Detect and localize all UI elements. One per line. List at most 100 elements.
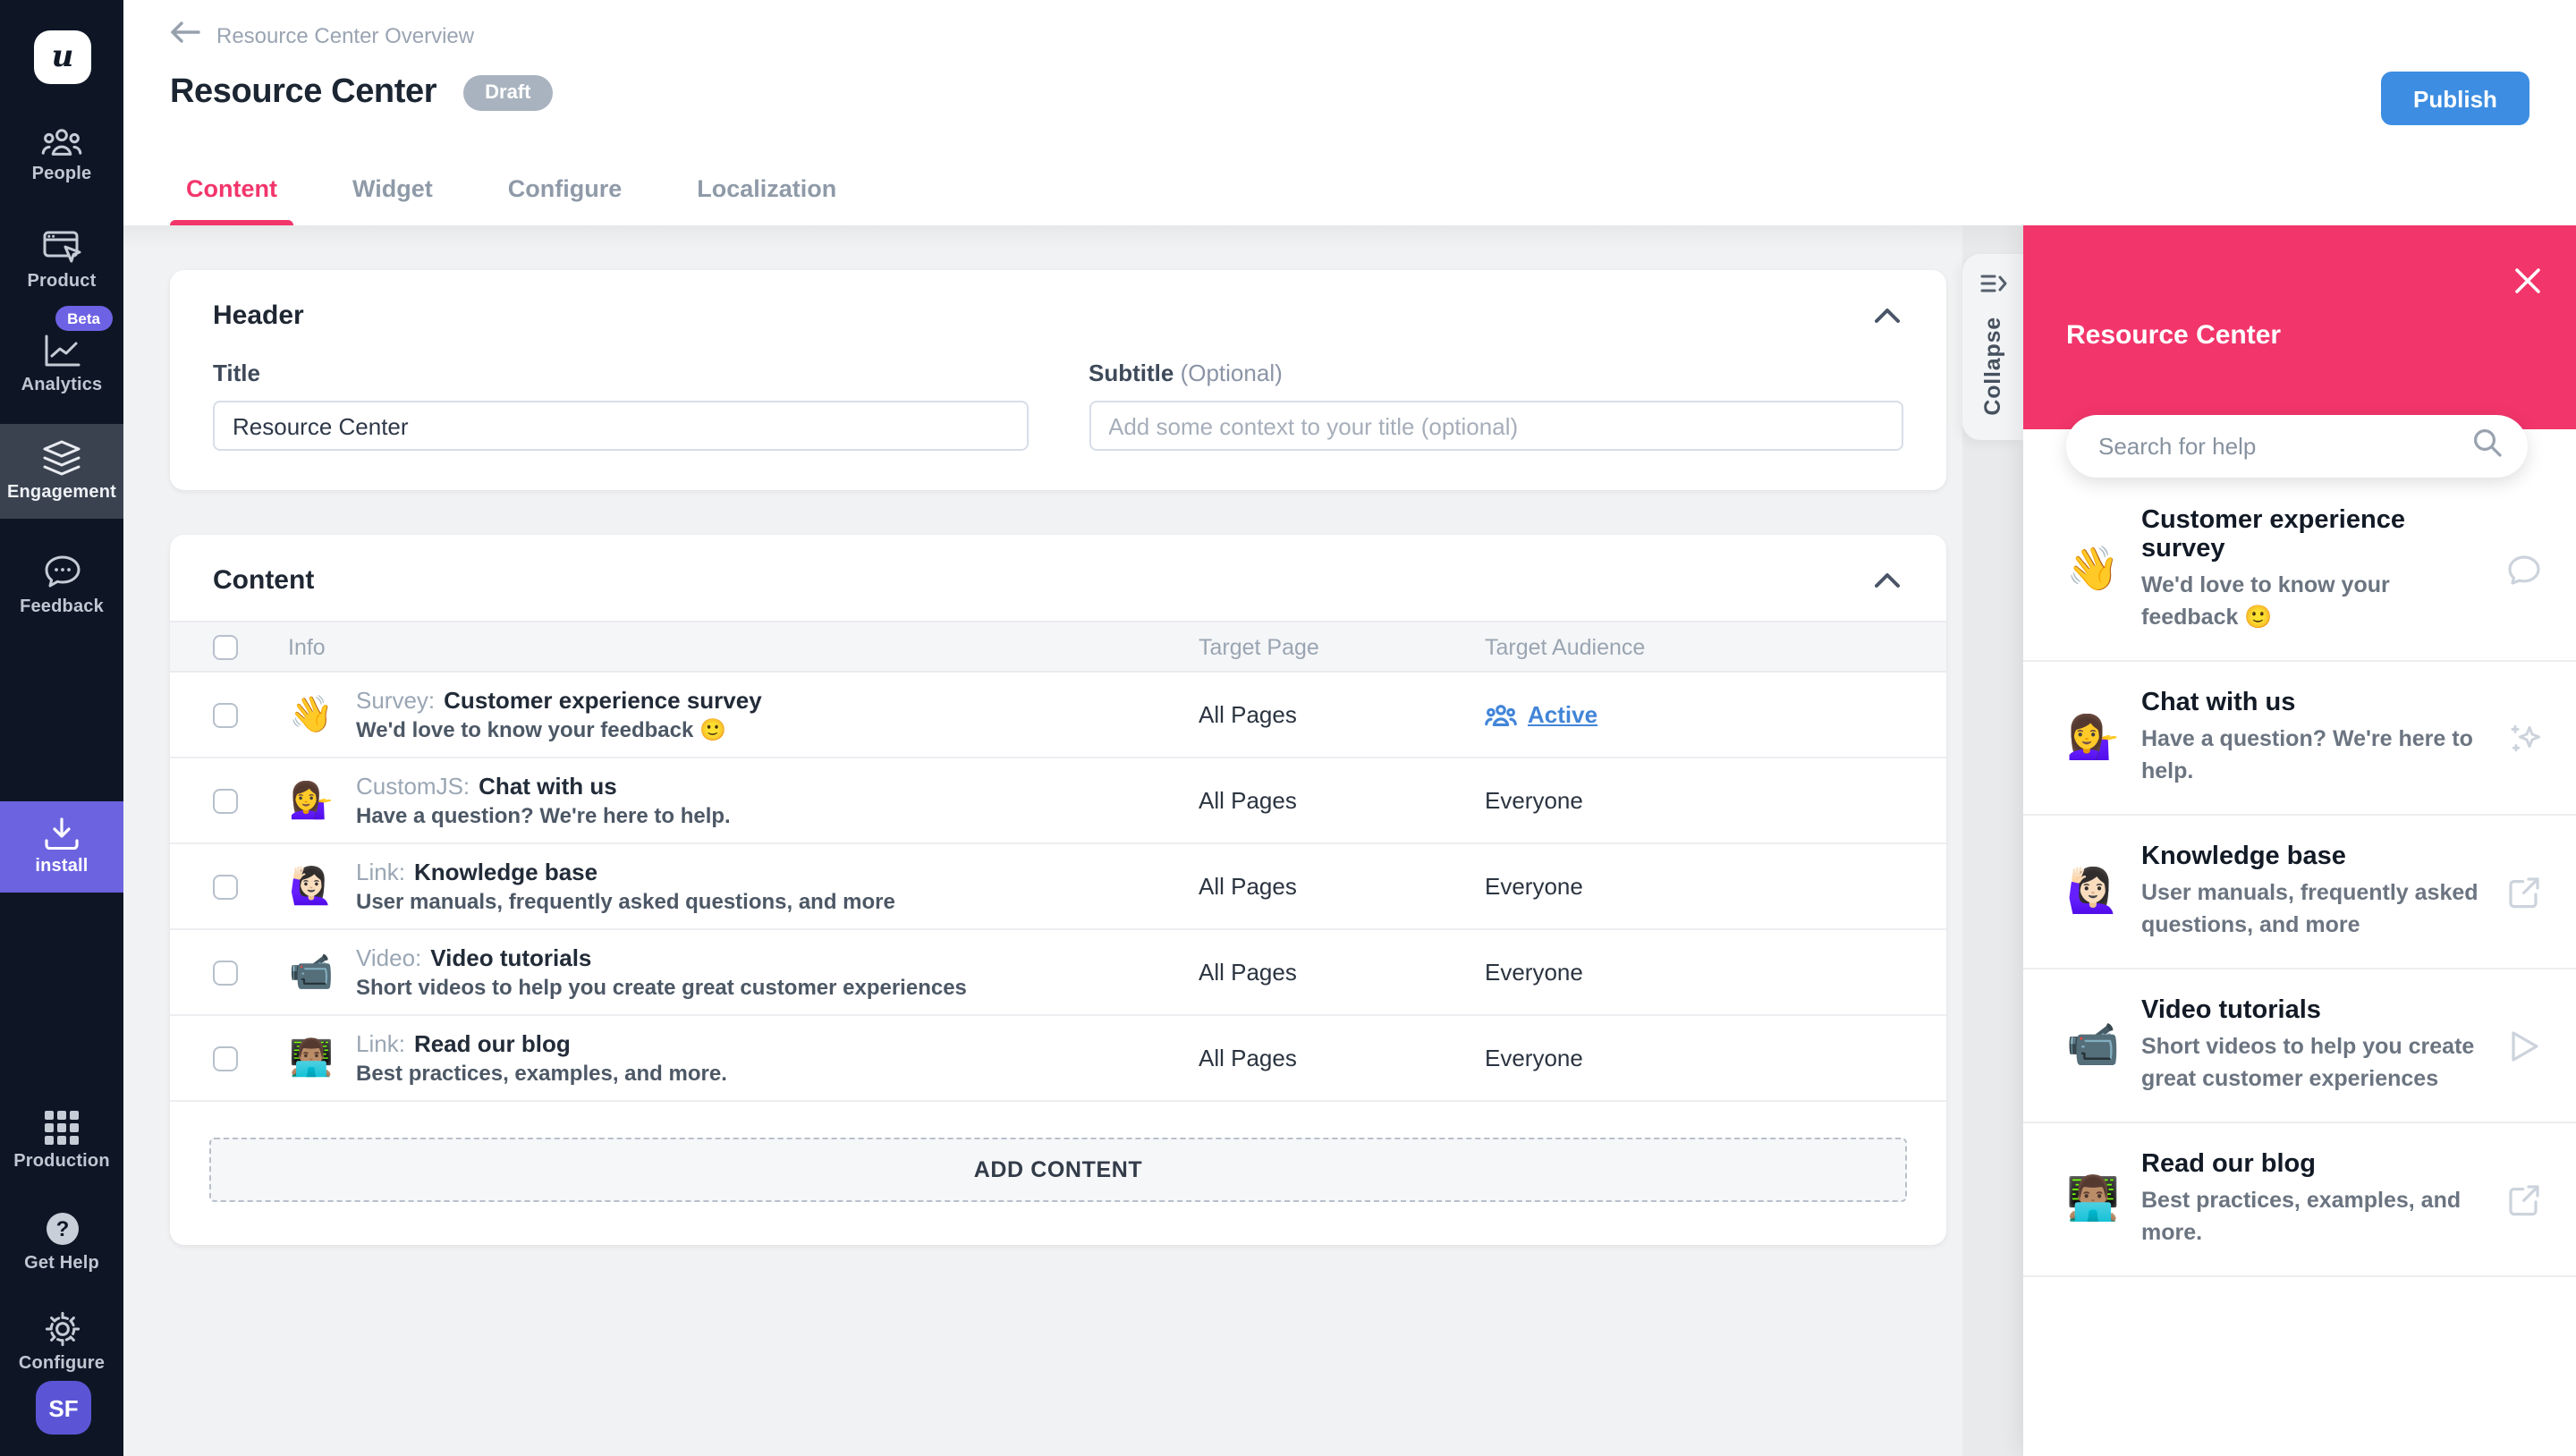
collapse-panel-label: Collapse — [1980, 317, 2005, 416]
sidebar-item-get-help[interactable]: ? Get Help — [0, 1195, 123, 1290]
row-checkbox[interactable] — [213, 960, 238, 985]
man-technologist-emoji: 👨🏽‍💻 — [288, 1040, 335, 1076]
close-preview-button[interactable] — [2510, 263, 2546, 299]
column-target-audience: Target Audience — [1485, 634, 1946, 659]
item-title: Knowledge base — [2141, 842, 2490, 871]
list-item[interactable]: 📹 Video tutorials Short videos to help y… — [2023, 969, 2576, 1123]
content-card: Content Info Target Page Target Audience… — [170, 535, 1946, 1245]
raising-hand-emoji: 🙋🏻‍♀️ — [288, 868, 335, 904]
audience-active-link[interactable]: Active — [1485, 701, 1946, 728]
row-title: Video tutorials — [430, 944, 591, 971]
external-link-icon — [2504, 874, 2544, 910]
top-bar: Resource Center Overview Resource Center… — [123, 0, 2576, 225]
add-content-button[interactable]: ADD CONTENT — [209, 1138, 1907, 1202]
item-subtitle: User manuals, frequently asked questions… — [2141, 878, 2490, 941]
sidebar-item-label: Engagement — [7, 483, 116, 503]
sidebar-item-feedback[interactable]: Feedback — [0, 538, 123, 633]
user-avatar[interactable]: SF — [36, 1381, 91, 1435]
table-row[interactable]: 📹 Video:Video tutorials Short videos to … — [170, 930, 1946, 1016]
people-icon — [41, 127, 82, 157]
row-checkbox[interactable] — [213, 1045, 238, 1071]
waving-hand-emoji: 👋 — [2066, 548, 2141, 591]
sidebar-item-label: install — [35, 857, 88, 876]
row-checkbox[interactable] — [213, 702, 238, 727]
sidebar-item-label: Configure — [19, 1354, 105, 1374]
row-subtitle: We'd love to know your feedback 🙂 — [356, 717, 762, 742]
sidebar-item-engagement[interactable]: Engagement — [0, 424, 123, 519]
collapse-content-card-button[interactable] — [1871, 569, 1903, 592]
audience-group-icon — [1485, 702, 1517, 727]
list-item[interactable]: 🙋🏻‍♀️ Knowledge base User manuals, frequ… — [2023, 816, 2576, 969]
table-row[interactable]: 👨🏽‍💻 Link:Read our blog Best practices, … — [170, 1016, 1946, 1102]
app-window: u People Product Beta — [0, 0, 2576, 1456]
sidebar: u People Product Beta — [0, 0, 123, 1456]
sidebar-item-people[interactable]: People — [0, 111, 123, 200]
row-subtitle: Short videos to help you create great cu… — [356, 975, 967, 1000]
list-item[interactable]: 👋 Customer experience survey We'd love t… — [2023, 479, 2576, 662]
title-input[interactable] — [213, 401, 1028, 451]
row-subtitle: Have a question? We're here to help. — [356, 803, 731, 828]
row-type-label: Survey: — [356, 687, 435, 714]
page-title: Resource Center — [170, 73, 436, 113]
sidebar-item-analytics[interactable]: Beta Analytics — [0, 318, 123, 411]
row-title: Knowledge base — [414, 859, 597, 885]
collapse-panel-tab[interactable]: Collapse — [1962, 254, 2023, 440]
collapse-header-card-button[interactable] — [1871, 304, 1903, 327]
tab-content[interactable]: Content — [170, 175, 293, 225]
page-title-row: Resource Center Draft — [170, 73, 552, 113]
preview-search-bar[interactable] — [2066, 415, 2528, 478]
status-badge: Draft — [463, 75, 552, 111]
chevron-up-icon — [1875, 308, 1900, 324]
row-type-label: CustomJS: — [356, 773, 470, 800]
row-type-label: Link: — [356, 859, 405, 885]
target-page-value: All Pages — [1199, 1045, 1485, 1071]
feedback-icon — [42, 554, 81, 590]
table-row[interactable]: 💁‍♀️ CustomJS:Chat with us Have a questi… — [170, 758, 1946, 844]
sidebar-item-production[interactable]: Production — [0, 1095, 123, 1188]
gear-icon — [44, 1311, 80, 1347]
back-arrow-icon — [170, 20, 200, 52]
audience-value: Everyone — [1485, 1045, 1946, 1071]
download-icon — [43, 817, 80, 850]
video-camera-emoji: 📹 — [288, 954, 335, 990]
row-title: Read our blog — [414, 1030, 571, 1057]
select-all-checkbox[interactable] — [213, 634, 238, 659]
tab-configure[interactable]: Configure — [492, 175, 639, 225]
row-checkbox[interactable] — [213, 788, 238, 813]
table-row[interactable]: 🙋🏻‍♀️ Link: Knowledge base User manuals, … — [170, 844, 1946, 930]
item-title: Customer experience survey — [2141, 506, 2490, 563]
sidebar-item-label: Feedback — [20, 597, 104, 617]
sidebar-item-label: Production — [13, 1152, 110, 1172]
editor-canvas: Header Title Subtitle (Optional) — [123, 225, 1962, 1456]
list-item[interactable]: 💁‍♀️ Chat with us Have a question? We're… — [2023, 662, 2576, 816]
publish-button[interactable]: Publish — [2381, 72, 2529, 125]
table-header: Info Target Page Target Audience — [170, 621, 1946, 673]
avatar-initials: SF — [48, 1394, 78, 1421]
sidebar-item-label: Get Help — [24, 1254, 99, 1274]
list-item[interactable]: 👨🏽‍💻 Read our blog Best practices, examp… — [2023, 1123, 2576, 1277]
back-link[interactable]: Resource Center Overview — [170, 20, 474, 52]
subtitle-field-label: Subtitle (Optional) — [1089, 360, 1903, 386]
target-page-value: All Pages — [1199, 701, 1485, 728]
item-subtitle: Best practices, examples, and more. — [2141, 1186, 2490, 1249]
back-link-label: Resource Center Overview — [216, 23, 474, 48]
subtitle-input[interactable] — [1089, 401, 1903, 451]
tab-localization[interactable]: Localization — [681, 175, 852, 225]
tab-widget[interactable]: Widget — [336, 175, 449, 225]
row-checkbox[interactable] — [213, 874, 238, 899]
table-row[interactable]: 👋 Survey:Customer experience survey We'd… — [170, 673, 1946, 758]
sidebar-item-label: Analytics — [21, 376, 103, 395]
search-input[interactable] — [2098, 433, 2472, 460]
column-target-page: Target Page — [1199, 634, 1485, 659]
audience-value: Everyone — [1485, 873, 1946, 900]
man-technologist-emoji: 👨🏽‍💻 — [2066, 1178, 2141, 1221]
row-subtitle: User manuals, frequently asked questions… — [356, 889, 895, 914]
waving-hand-emoji: 👋 — [288, 697, 335, 732]
sidebar-item-install[interactable]: install — [0, 801, 123, 893]
content-card-title: Content — [213, 565, 314, 596]
sidebar-item-product[interactable]: Product — [0, 215, 123, 308]
userpilot-logo[interactable]: u — [34, 30, 91, 84]
sidebar-item-configure[interactable]: Configure — [0, 1295, 123, 1390]
close-icon — [2513, 267, 2542, 295]
preview-region: Collapse Resource Center 👋 Custom — [1962, 225, 2576, 1456]
